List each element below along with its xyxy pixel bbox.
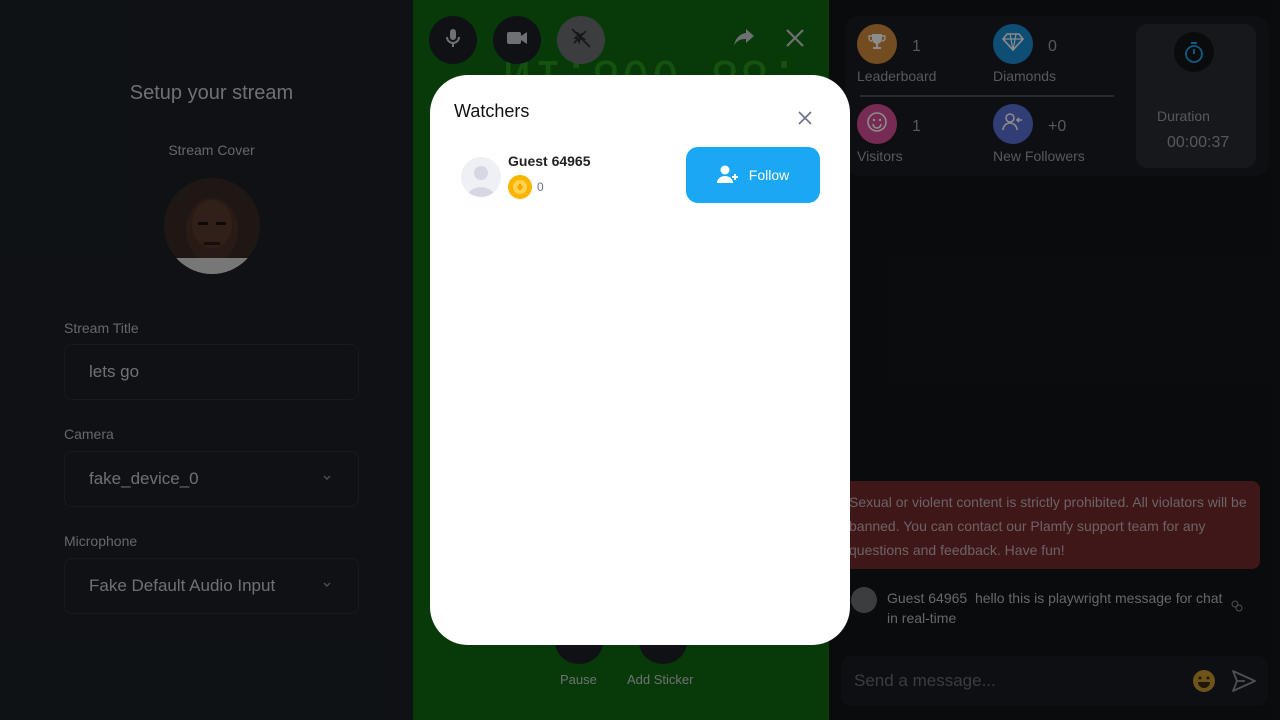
add-user-icon bbox=[716, 164, 739, 187]
watcher-name[interactable]: Guest 64965 bbox=[508, 153, 591, 169]
close-icon bbox=[798, 110, 812, 130]
watcher-coin-count: 0 bbox=[537, 180, 544, 194]
watcher-avatar[interactable] bbox=[461, 157, 501, 197]
modal-title: Watchers bbox=[454, 101, 530, 121]
watchers-modal: Watchers Guest 64965 0 Follow bbox=[430, 75, 850, 645]
coin-icon bbox=[508, 175, 532, 199]
follow-label: Follow bbox=[748, 167, 790, 183]
follow-button[interactable]: Follow bbox=[686, 147, 820, 203]
modal-close-button[interactable] bbox=[794, 109, 816, 131]
